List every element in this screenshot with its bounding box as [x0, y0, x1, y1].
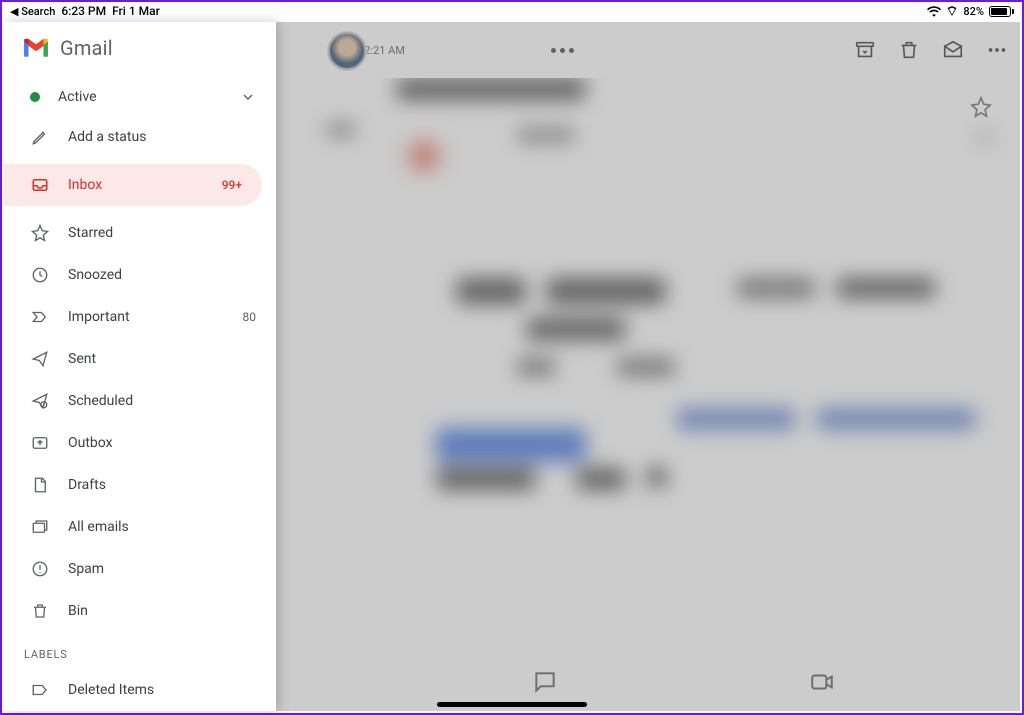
gmail-logo-icon: [22, 37, 50, 59]
nav-starred[interactable]: Starred: [4, 212, 276, 254]
app-title: Gmail: [60, 36, 113, 60]
presence-dot-icon: [30, 92, 40, 102]
presence-label: Active: [58, 89, 97, 105]
message-toolbar: 12:21 AM: [276, 22, 1020, 78]
nav-sent[interactable]: Sent: [4, 338, 276, 380]
nav-important[interactable]: Important 80: [4, 296, 276, 338]
add-status-row[interactable]: Add a status: [4, 116, 276, 158]
background-content: 12:21 AM: [276, 22, 1020, 711]
status-bar-time: 6:23 PM: [61, 4, 106, 18]
drafts-icon: [30, 475, 50, 495]
scheduled-icon: [30, 391, 50, 411]
nav-scheduled[interactable]: Scheduled: [4, 380, 276, 422]
spam-icon: [30, 559, 50, 579]
nav-inbox[interactable]: Inbox 99+: [4, 164, 262, 206]
label-deleted-items[interactable]: Deleted Items: [4, 669, 276, 711]
trash-icon[interactable]: [898, 39, 920, 61]
pencil-icon: [30, 127, 50, 147]
sent-icon: [30, 349, 50, 369]
clock-icon: [30, 265, 50, 285]
chat-icon[interactable]: [532, 669, 558, 695]
home-indicator[interactable]: [437, 702, 587, 707]
nav-snoozed[interactable]: Snoozed: [4, 254, 276, 296]
outbox-icon: [30, 433, 50, 453]
app-frame: ◀ Search 6:23 PM Fri 1 Mar 82% 12:21 AM: [0, 0, 1024, 715]
presence-status-row[interactable]: Active: [4, 78, 276, 116]
labels-header: LABELS: [4, 632, 276, 669]
nav-spam[interactable]: Spam: [4, 548, 276, 590]
navigation-drawer: Gmail Active Add a status Inbox: [4, 22, 276, 711]
bottom-nav: [276, 653, 1020, 711]
chevron-down-icon: [240, 89, 256, 105]
wifi-icon: [927, 6, 941, 17]
nav-drafts[interactable]: Drafts: [4, 464, 276, 506]
important-icon: [30, 307, 50, 327]
all-mail-icon: [30, 517, 50, 537]
star-icon: [30, 223, 50, 243]
status-bar-date: Fri 1 Mar: [112, 4, 160, 18]
account-avatar[interactable]: [328, 32, 366, 70]
inbox-icon: [30, 175, 50, 195]
nav-all-emails[interactable]: All emails: [4, 506, 276, 548]
nav-bin[interactable]: Bin: [4, 590, 276, 632]
drawer-header: Gmail: [4, 22, 276, 74]
back-to-app[interactable]: ◀ Search: [10, 5, 55, 18]
more-icon[interactable]: [986, 39, 1008, 61]
battery-percent: 82%: [963, 5, 984, 18]
battery-icon: [989, 6, 1014, 17]
blurred-message-body: [276, 78, 1020, 651]
mark-unread-icon[interactable]: [942, 39, 964, 61]
label-icon: [30, 680, 50, 700]
location-icon: [946, 5, 958, 17]
bin-icon: [30, 601, 50, 621]
nav-outbox[interactable]: Outbox: [4, 422, 276, 464]
archive-icon[interactable]: [854, 39, 876, 61]
drag-handle-icon: [551, 48, 574, 53]
ios-status-bar: ◀ Search 6:23 PM Fri 1 Mar 82%: [2, 2, 1022, 20]
meet-icon[interactable]: [809, 669, 835, 695]
